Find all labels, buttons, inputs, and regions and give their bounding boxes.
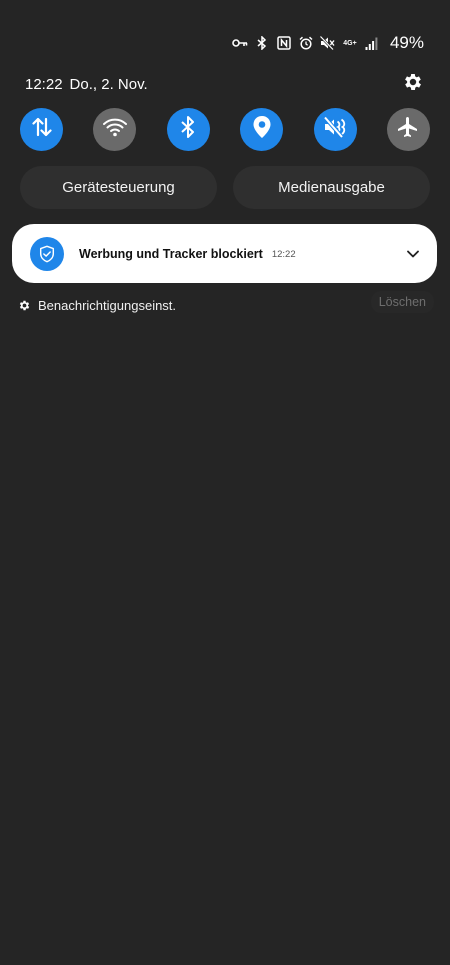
airplane-icon [396, 115, 420, 144]
date: Do., 2. Nov. [69, 75, 148, 93]
device-control-button[interactable]: Gerätesteuerung [20, 166, 217, 209]
clear-button[interactable]: Löschen [370, 291, 434, 313]
panel-shortcuts: Gerätesteuerung Medienausgabe [20, 166, 430, 209]
mute-icon [320, 35, 336, 51]
alarm-icon [298, 35, 314, 51]
vpn-key-icon [232, 35, 248, 51]
notification-settings-label: Benachrichtigungseinst. [38, 297, 177, 313]
status-bar: 4G+ 49% [232, 33, 424, 53]
battery-level: 49% [389, 33, 424, 52]
4g-plus-icon: 4G+ [343, 39, 357, 47]
notification-settings-link[interactable]: Benachrichtigungseinst. [18, 298, 176, 313]
airplane-mode-toggle[interactable] [386, 108, 430, 151]
signal-icon [364, 35, 380, 51]
arrows-up-down-icon [30, 115, 54, 144]
bluetooth-toggle[interactable] [166, 108, 210, 151]
notification-time: 12:22 [271, 249, 296, 260]
wifi-icon [102, 116, 128, 143]
location-pin-icon [252, 115, 272, 144]
mute-icon [322, 115, 348, 144]
gear-icon [18, 299, 31, 312]
nfc-icon [276, 35, 292, 51]
bluetooth-icon [254, 35, 270, 51]
notification-title: Werbung und Tracker blockiert [79, 246, 263, 261]
mobile-data-toggle[interactable] [20, 108, 63, 151]
chevron-down-icon[interactable] [406, 247, 420, 259]
media-output-button[interactable]: Medienausgabe [233, 166, 430, 209]
bluetooth-icon [180, 115, 196, 144]
quick-settings [20, 108, 430, 152]
gear-icon[interactable] [402, 71, 424, 93]
sound-toggle[interactable] [313, 108, 357, 151]
location-toggle[interactable] [240, 108, 284, 151]
shield-check-icon [30, 236, 64, 271]
wifi-toggle[interactable] [93, 108, 137, 151]
panel-header: 12:22 Do., 2. Nov. [25, 73, 424, 95]
notification-card[interactable]: Werbung und Tracker blockiert 12:22 [12, 224, 437, 283]
clock: 12:22 [25, 75, 63, 93]
notification-footer: Benachrichtigungseinst. Löschen [18, 291, 434, 316]
